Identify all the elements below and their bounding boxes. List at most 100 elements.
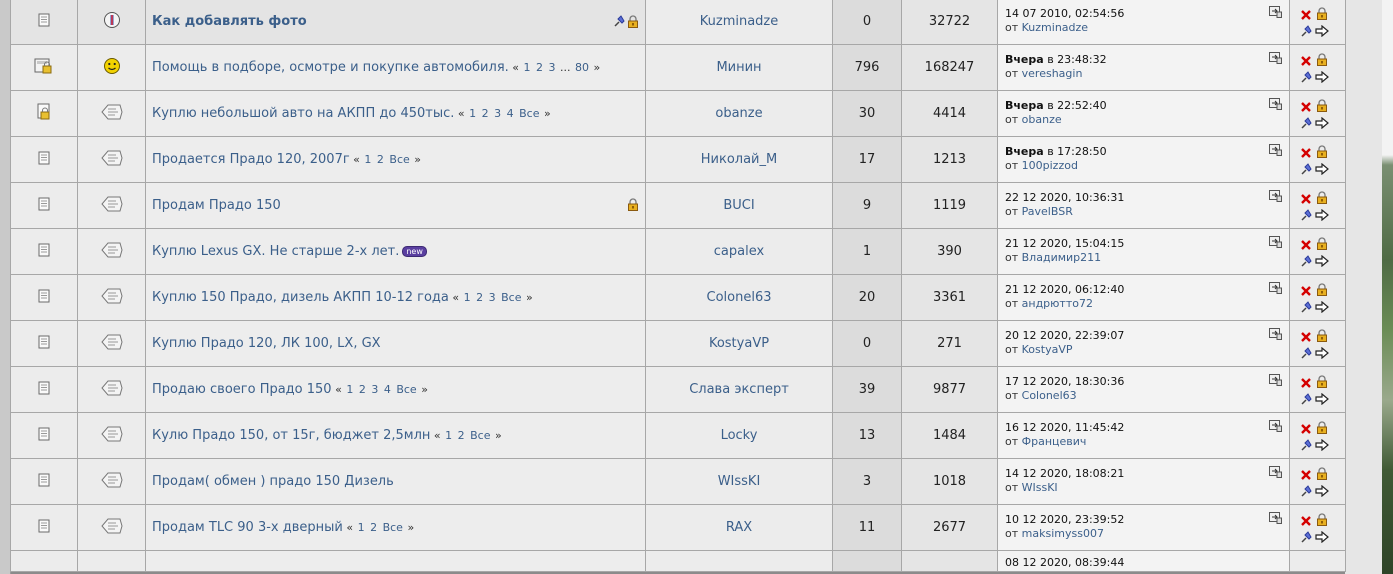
last-post-author-link[interactable]: Францевич: [1022, 435, 1087, 448]
goto-last-post-icon[interactable]: [1269, 190, 1282, 202]
goto-last-post-icon[interactable]: [1269, 374, 1282, 386]
page-link[interactable]: 1: [358, 521, 365, 534]
topic-starter-link[interactable]: Слава эксперт: [689, 382, 789, 397]
moderation-icons: [1300, 189, 1334, 223]
replies-count-cell: 11: [832, 504, 902, 551]
replies-count: 3: [862, 474, 872, 489]
topic-title-link[interactable]: Как добавлять фото: [152, 14, 307, 29]
partial-cell: [145, 550, 646, 572]
goto-last-post-icon[interactable]: [1269, 466, 1282, 478]
topic-starter-link[interactable]: BUCI: [723, 198, 754, 213]
page-link[interactable]: 3: [371, 383, 378, 396]
page-link[interactable]: 2: [482, 107, 489, 120]
topic-subject-cell: Как добавлять фото: [145, 0, 646, 45]
topic-title-link[interactable]: Продам( обмен ) прадо 150 Дизель: [152, 474, 394, 489]
topic-title-link[interactable]: Продам TLC 90 3-х дверный: [152, 520, 343, 535]
locked-page-icon: [36, 103, 52, 125]
diamond-icon: [100, 149, 123, 171]
diamond-icon: [100, 333, 123, 355]
topic-starter-link[interactable]: Минин: [716, 60, 761, 75]
goto-last-post-icon[interactable]: [1269, 328, 1282, 340]
replies-count: 0: [862, 14, 872, 29]
topic-title-link[interactable]: Куплю небольшой авто на АКПП до 450тыс.: [152, 106, 454, 121]
topic-icon-cell: [77, 0, 146, 45]
goto-last-post-icon[interactable]: [1269, 98, 1282, 110]
page-link[interactable]: 1: [346, 383, 353, 396]
last-post-author: от vereshagin: [1005, 67, 1082, 80]
topic-starter-link[interactable]: RAX: [726, 520, 752, 535]
moderation-icons: [1300, 419, 1334, 453]
page-link[interactable]: 4: [507, 107, 514, 120]
last-post-author-link[interactable]: KostyaVP: [1022, 343, 1073, 356]
page-link[interactable]: 2: [377, 153, 384, 166]
topic-title-link[interactable]: Кулю Прадо 150, от 15г, бюджет 2,5млн: [152, 428, 430, 443]
page-icon: [37, 427, 51, 445]
last-post-author: от андрютто72: [1005, 297, 1093, 310]
last-post-author-link[interactable]: maksimyss007: [1022, 527, 1104, 540]
last-post-author-link[interactable]: WIssKI: [1022, 481, 1058, 494]
last-post-cell: 21 12 2020, 06:12:40 от андрютто72: [997, 274, 1290, 321]
page-link[interactable]: 2: [359, 383, 366, 396]
last-post-author-link[interactable]: 100pizzod: [1022, 159, 1078, 172]
topic-title-link[interactable]: Продаю своего Прадо 150: [152, 382, 332, 397]
topic-starter-link[interactable]: capalex: [714, 244, 764, 259]
last-post-author-link[interactable]: PavelBSR: [1022, 205, 1073, 218]
topic-pagination: « 1 2 3 ... 80 »: [508, 61, 601, 74]
replies-count-cell: 0: [832, 320, 902, 367]
goto-last-post-icon[interactable]: [1269, 420, 1282, 432]
topic-title-link[interactable]: Продам Прадо 150: [152, 198, 281, 213]
all-pages-link[interactable]: Все: [519, 107, 539, 120]
topic-title-link[interactable]: Куплю Lexus GX. Не старше 2-х лет.: [152, 244, 399, 259]
page-link[interactable]: 3: [489, 291, 496, 304]
last-post-author-link[interactable]: Kuzminadze: [1022, 21, 1088, 34]
goto-last-post-icon[interactable]: [1269, 6, 1282, 18]
moderation-cell: [1289, 182, 1346, 229]
page-link[interactable]: 2: [536, 61, 543, 74]
goto-last-post-icon[interactable]: [1269, 236, 1282, 248]
last-post-author-link[interactable]: vereshagin: [1022, 67, 1083, 80]
goto-last-post-icon[interactable]: [1269, 144, 1282, 156]
topic-starter-link[interactable]: Colonel63: [707, 290, 772, 305]
smiley-icon: [103, 57, 121, 79]
page-link[interactable]: 3: [549, 61, 556, 74]
goto-last-post-icon[interactable]: [1269, 52, 1282, 64]
replies-count: 39: [858, 382, 876, 397]
all-pages-link[interactable]: Все: [396, 383, 416, 396]
topic-title-link[interactable]: Помощь в подборе, осмотре и покупке авто…: [152, 60, 509, 75]
page-link[interactable]: 2: [370, 521, 377, 534]
diamond-icon: [100, 241, 123, 263]
all-pages-link[interactable]: Все: [470, 429, 490, 442]
topic-starter-link[interactable]: Locky: [721, 428, 758, 443]
page-link[interactable]: 1: [445, 429, 452, 442]
lock-icon: [627, 15, 639, 32]
topic-starter-link[interactable]: Kuzminadze: [700, 14, 779, 29]
topic-title-link[interactable]: Продается Прадо 120, 2007г: [152, 152, 350, 167]
all-pages-link[interactable]: Все: [501, 291, 521, 304]
topic-title-link[interactable]: Куплю Прадо 120, ЛК 100, LX, GX: [152, 336, 381, 351]
partial-cell: [77, 550, 146, 572]
topic-starter-link[interactable]: obanze: [715, 106, 762, 121]
topic-title-link[interactable]: Куплю 150 Прадо, дизель АКПП 10-12 года: [152, 290, 449, 305]
all-pages-link[interactable]: Все: [383, 521, 403, 534]
page-link[interactable]: 1: [364, 153, 371, 166]
page-link[interactable]: 1: [469, 107, 476, 120]
topic-starter-link[interactable]: WIssKI: [718, 474, 761, 489]
page-link[interactable]: 1: [524, 61, 531, 74]
last-post-author-link[interactable]: obanze: [1022, 113, 1062, 126]
topic-starter-link[interactable]: KostyaVP: [709, 336, 769, 351]
page-link[interactable]: 1: [464, 291, 471, 304]
page-link[interactable]: 4: [384, 383, 391, 396]
all-pages-link[interactable]: Все: [389, 153, 409, 166]
topic-starter-link[interactable]: Николай_М: [701, 152, 777, 167]
page-link[interactable]: 2: [458, 429, 465, 442]
last-post-author-link[interactable]: Владимир211: [1022, 251, 1102, 264]
goto-last-post-icon[interactable]: [1269, 282, 1282, 294]
last-post-author-link[interactable]: андрютто72: [1022, 297, 1093, 310]
page-link[interactable]: 3: [494, 107, 501, 120]
partial-cell: [645, 550, 833, 572]
page-link[interactable]: 80: [575, 61, 589, 74]
goto-last-post-icon[interactable]: [1269, 512, 1282, 524]
topic-status-cell: [10, 504, 78, 551]
last-post-author-link[interactable]: Colonel63: [1022, 389, 1077, 402]
page-link[interactable]: 2: [476, 291, 483, 304]
